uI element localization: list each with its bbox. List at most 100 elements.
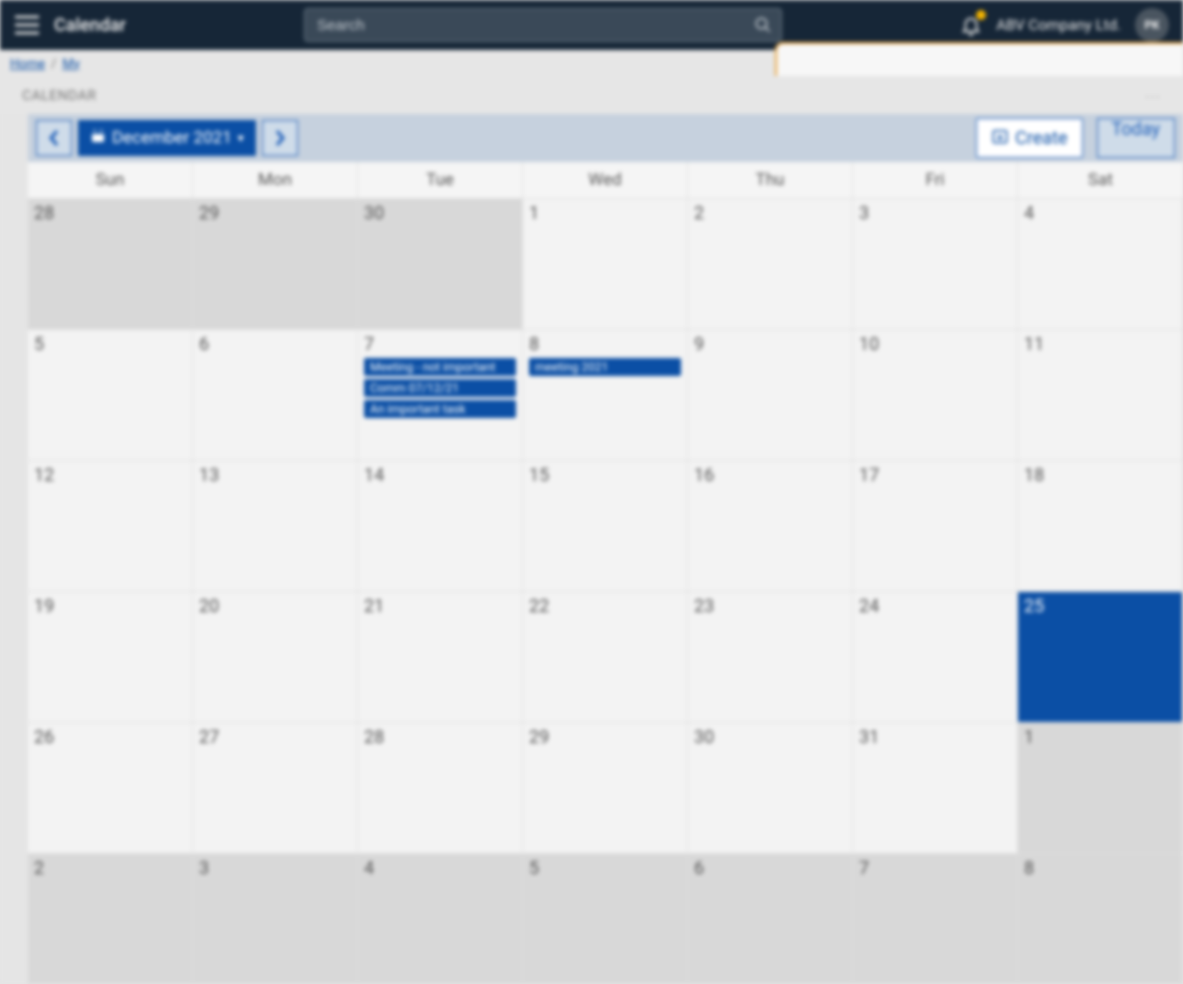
day-number: 21	[364, 596, 516, 617]
day-number: 28	[364, 727, 516, 748]
weekday-label: Wed	[523, 162, 688, 198]
day-number: 31	[859, 727, 1011, 748]
caret-down-icon: ▾	[238, 131, 244, 145]
day-cell[interactable]: 28	[28, 198, 193, 329]
day-cell[interactable]: 4	[358, 853, 523, 984]
menu-icon[interactable]	[14, 12, 40, 38]
day-number: 5	[529, 858, 681, 879]
highlight-bar	[775, 42, 1183, 76]
weekday-label: Sun	[28, 162, 193, 198]
day-cell[interactable]: 5	[523, 853, 688, 984]
day-number: 7	[364, 334, 516, 355]
day-number: 16	[694, 465, 846, 486]
day-number: 8	[529, 334, 681, 355]
day-cell[interactable]: 27	[193, 722, 358, 853]
day-number: 11	[1024, 334, 1176, 355]
day-cell[interactable]: 3	[853, 198, 1018, 329]
day-number: 3	[199, 858, 351, 879]
day-cell[interactable]: 25	[1018, 591, 1183, 722]
search-icon[interactable]	[754, 16, 772, 38]
day-cell[interactable]: 8 meeting 2021	[523, 329, 688, 460]
weekday-label: Sat	[1018, 162, 1183, 198]
breadcrumb-my[interactable]: My	[62, 57, 80, 72]
calendar-toolbar: December 2021 ▾ Create Today	[28, 114, 1183, 162]
plus-calendar-icon	[991, 127, 1009, 150]
weekday-label: Tue	[358, 162, 523, 198]
day-number: 18	[1024, 465, 1176, 486]
day-cell[interactable]: 29	[193, 198, 358, 329]
next-month-button[interactable]	[262, 120, 298, 156]
day-cell[interactable]: 10	[853, 329, 1018, 460]
day-cell[interactable]: 15	[523, 460, 688, 591]
day-cell[interactable]: 31	[853, 722, 1018, 853]
company-name[interactable]: ABV Company Ltd.	[996, 16, 1121, 34]
day-cell[interactable]: 9	[688, 329, 853, 460]
day-cell[interactable]: 6	[193, 329, 358, 460]
day-cell[interactable]: 13	[193, 460, 358, 591]
day-number: 12	[34, 465, 186, 486]
day-cell[interactable]: 17	[853, 460, 1018, 591]
day-cell[interactable]: 12	[28, 460, 193, 591]
day-cell[interactable]: 1	[1018, 722, 1183, 853]
calendar-event[interactable]: meeting 2021	[529, 358, 681, 376]
day-number: 30	[364, 203, 516, 224]
day-cell[interactable]: 19	[28, 591, 193, 722]
avatar[interactable]: PK	[1135, 8, 1169, 42]
day-number: 15	[529, 465, 681, 486]
day-number: 28	[34, 203, 186, 224]
day-cell[interactable]: 29	[523, 722, 688, 853]
search-input[interactable]	[304, 8, 782, 42]
day-cell[interactable]: 3	[193, 853, 358, 984]
panel-header: CALENDAR ⋯	[0, 78, 1183, 114]
breadcrumb: Home / My	[0, 50, 1183, 78]
day-cell[interactable]: 6	[688, 853, 853, 984]
day-cell[interactable]: 1	[523, 198, 688, 329]
notification-dot	[976, 10, 986, 20]
panel-options-icon[interactable]: ⋯	[1145, 87, 1162, 106]
day-number: 23	[694, 596, 846, 617]
calendar-event[interactable]: An important task	[364, 400, 516, 418]
day-cell[interactable]: 30	[688, 722, 853, 853]
day-number: 26	[34, 727, 186, 748]
day-cell[interactable]: 24	[853, 591, 1018, 722]
create-button[interactable]: Create	[976, 118, 1082, 158]
day-number: 19	[34, 596, 186, 617]
notifications-icon[interactable]	[960, 14, 982, 36]
day-cell[interactable]: 4	[1018, 198, 1183, 329]
day-number: 6	[694, 858, 846, 879]
day-cell[interactable]: 22	[523, 591, 688, 722]
day-number: 22	[529, 596, 681, 617]
day-cell[interactable]: 28	[358, 722, 523, 853]
day-number: 7	[859, 858, 1011, 879]
weekday-header: SunMonTueWedThuFriSat	[28, 162, 1183, 198]
day-cell[interactable]: 20	[193, 591, 358, 722]
day-cell[interactable]: 14	[358, 460, 523, 591]
month-picker-button[interactable]: December 2021 ▾	[78, 120, 256, 156]
calendar-grid: 2829301234567Meeting - not importantComm…	[28, 198, 1183, 984]
weekday-label: Fri	[853, 162, 1018, 198]
today-button[interactable]: Today	[1097, 118, 1175, 158]
prev-month-button[interactable]	[36, 120, 72, 156]
day-cell[interactable]: 7	[853, 853, 1018, 984]
day-cell[interactable]: 21	[358, 591, 523, 722]
calendar-small-icon	[90, 128, 106, 149]
day-cell[interactable]: 7 Meeting - not important Comm 07/12/21 An …	[358, 329, 523, 460]
day-number: 24	[859, 596, 1011, 617]
day-number: 17	[859, 465, 1011, 486]
day-cell[interactable]: 30	[358, 198, 523, 329]
day-cell[interactable]: 26	[28, 722, 193, 853]
day-cell[interactable]: 2	[28, 853, 193, 984]
day-cell[interactable]: 18	[1018, 460, 1183, 591]
calendar-event[interactable]: Meeting - not important	[364, 358, 516, 376]
day-cell[interactable]: 16	[688, 460, 853, 591]
day-number: 8	[1024, 858, 1176, 879]
calendar-event[interactable]: Comm 07/12/21	[364, 379, 516, 397]
panel-title: CALENDAR	[22, 88, 97, 104]
day-cell[interactable]: 2	[688, 198, 853, 329]
day-cell[interactable]: 8	[1018, 853, 1183, 984]
breadcrumb-home[interactable]: Home	[10, 57, 45, 72]
day-cell[interactable]: 11	[1018, 329, 1183, 460]
day-cell[interactable]: 23	[688, 591, 853, 722]
day-cell[interactable]: 5	[28, 329, 193, 460]
day-number: 6	[199, 334, 351, 355]
